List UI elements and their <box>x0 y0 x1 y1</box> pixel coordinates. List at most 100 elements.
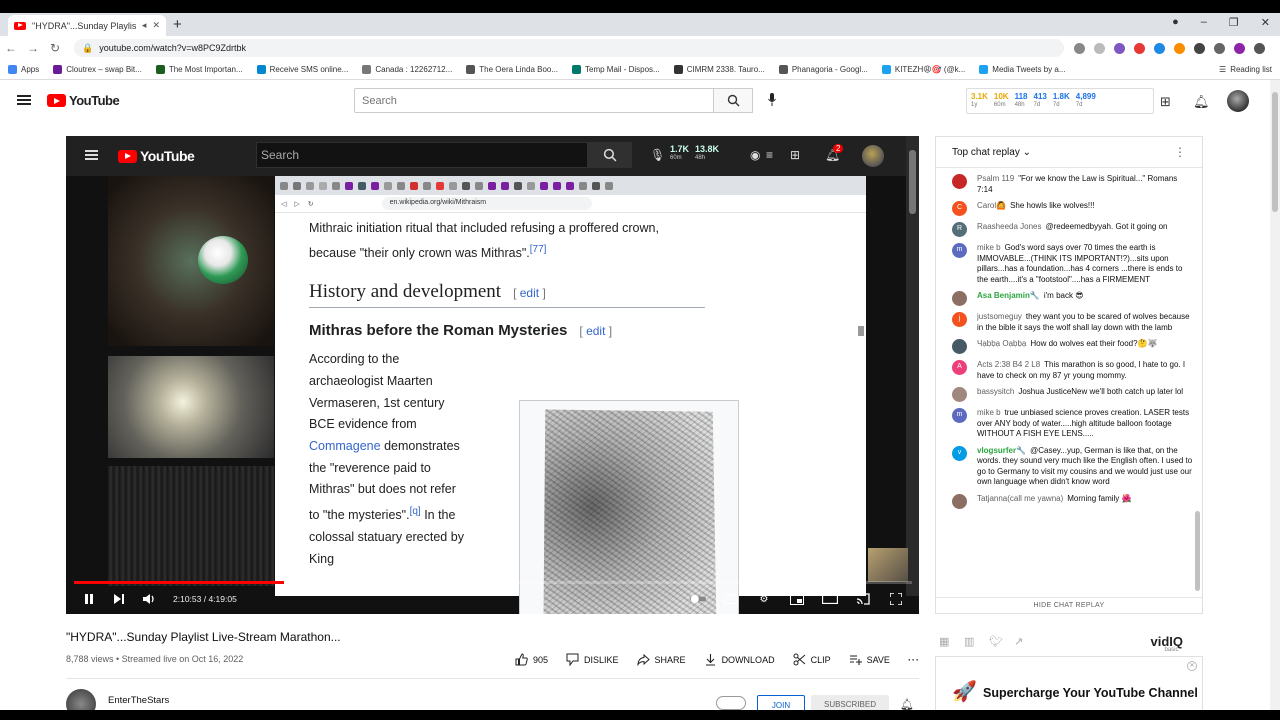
bookmark-item[interactable]: The Most Importan... <box>155 65 243 74</box>
volume-button[interactable] <box>141 591 157 607</box>
close-icon[interactable]: ✕ <box>1187 661 1197 671</box>
page-scrollbar[interactable] <box>1270 80 1280 710</box>
channel-name[interactable]: EnterTheStars <box>108 695 169 706</box>
bookmark-item[interactable]: CIMRM 2338. Tauro... <box>673 65 765 74</box>
menu-icon[interactable] <box>1254 42 1265 54</box>
chat-text: @redeemedbyyah. Got it going on <box>1045 222 1168 231</box>
account-avatar[interactable] <box>1227 90 1249 112</box>
chat-mode-dropdown[interactable]: Top chat replay ⌄ <box>952 147 1031 158</box>
restore-icon[interactable]: ❐ <box>1229 16 1239 29</box>
playlist-add-icon <box>849 655 862 665</box>
miniplayer-button[interactable] <box>789 591 805 607</box>
close-tab-icon[interactable]: ✕ <box>152 20 160 31</box>
video-player[interactable]: YouTube Search 🎙︎ 1.7K 60m 13.8K 48h ◉ ≡ ⊞ … <box>66 136 919 614</box>
chat-author[interactable]: Raasheeda Jones <box>977 222 1042 231</box>
twitter-icon[interactable]: 🐦︎ <box>989 635 1003 648</box>
guide-menu-icon[interactable] <box>17 95 31 105</box>
chat-author[interactable]: Acts 2:38 B4 2 L8 <box>977 360 1040 369</box>
reading-list-button[interactable]: ☰ Reading list <box>1219 65 1272 74</box>
chat-author[interactable]: justsomeguy <box>977 312 1022 321</box>
forward-icon[interactable]: → <box>22 41 44 55</box>
star-icon[interactable] <box>1094 42 1105 54</box>
bookmark-item[interactable]: Phanagoria - Googl... <box>778 65 868 74</box>
chat-avatar[interactable]: R <box>952 222 967 237</box>
bookmark-item[interactable]: Cloutrex – swap Bit... <box>53 65 142 74</box>
chat-avatar[interactable]: A <box>952 360 967 375</box>
chat-author[interactable]: Чạḅḅạ Oạḅḅạ <box>977 339 1026 348</box>
chat-author[interactable]: bassysitch <box>977 387 1014 396</box>
metamask-icon[interactable] <box>1174 42 1185 54</box>
clip-button[interactable]: CLIP <box>793 653 831 666</box>
bookmark-item[interactable]: Canada : 12262712... <box>362 65 452 74</box>
notifications-bell-icon[interactable]: 🔔︎ <box>1193 94 1210 110</box>
puzzle-icon[interactable] <box>1194 42 1205 54</box>
create-video-icon[interactable]: ⊞ <box>1160 94 1171 110</box>
bookmark-item[interactable]: Receive SMS online... <box>256 65 348 74</box>
extension-icon[interactable] <box>1114 42 1125 54</box>
fullscreen-button[interactable] <box>888 591 904 607</box>
bookmark-item[interactable]: Apps <box>8 65 39 74</box>
grid-icon[interactable]: ▦ <box>939 635 952 648</box>
dislike-button[interactable]: DISLIKE <box>566 653 619 666</box>
vidiq-promo-card[interactable]: ✕ 🚀 Supercharge Your YouTube Channel <box>935 656 1203 710</box>
back-icon[interactable]: ← <box>0 41 22 55</box>
chat-author[interactable]: mike b <box>977 408 1001 417</box>
extension-icon[interactable] <box>1134 42 1145 54</box>
new-tab-button[interactable]: + <box>173 16 182 33</box>
chat-avatar[interactable]: m <box>952 408 967 423</box>
bookmark-item[interactable]: KITEZH😩🎯 (@k... <box>881 65 965 74</box>
bookmark-item[interactable]: The Oera Linda Boo... <box>466 65 558 74</box>
hide-chat-button[interactable]: HIDE CHAT REPLAY <box>936 597 1202 614</box>
chat-author[interactable]: Psalm 119 <box>977 174 1014 183</box>
url-field[interactable]: 🔒 youtube.com/watch?v=w8PC9Zdrtbk <box>74 39 1064 57</box>
search-input[interactable] <box>354 88 714 113</box>
close-window-icon[interactable]: ✕ <box>1261 16 1270 29</box>
chat-more-icon[interactable]: ⋮ <box>1174 145 1186 159</box>
share-icon[interactable] <box>1074 42 1085 54</box>
cast-button[interactable] <box>855 591 871 607</box>
chat-avatar[interactable] <box>952 291 967 306</box>
vidiq-stats-widget[interactable]: 3.1K 1y 10K 60m 118 48h 413 7d 1.8K 7d 4,899 7d <box>966 88 1154 114</box>
chat-avatar[interactable] <box>952 339 967 354</box>
chat-avatar[interactable] <box>952 174 967 189</box>
audio-icon[interactable]: ◂ <box>142 20 147 31</box>
chat-author[interactable]: Carol🙆 <box>977 201 1006 210</box>
settings-gear-icon[interactable]: ⚙ <box>756 591 772 607</box>
subtitles-button[interactable]: CC <box>723 591 739 607</box>
like-button[interactable]: 905 <box>515 653 548 666</box>
extension-icon[interactable] <box>1154 42 1165 54</box>
chart-icon[interactable]: ▥ <box>964 635 977 648</box>
autoplay-toggle[interactable] <box>690 591 706 607</box>
bookmark-item[interactable]: Media Tweets by a... <box>979 65 1066 74</box>
save-button[interactable]: SAVE <box>849 653 890 666</box>
chat-avatar[interactable]: j <box>952 312 967 327</box>
media-icon[interactable] <box>1214 42 1225 54</box>
profile-icon[interactable] <box>1234 42 1245 54</box>
chat-author[interactable]: Tatjanna(call me yawna) <box>977 494 1063 503</box>
download-button[interactable]: DOWNLOAD <box>704 653 775 666</box>
microphone-icon[interactable] <box>768 93 776 106</box>
pause-button[interactable] <box>81 591 97 607</box>
chat-avatar[interactable]: C <box>952 201 967 216</box>
share-button[interactable]: SHARE <box>636 653 686 666</box>
chat-avatar[interactable] <box>952 493 967 509</box>
chat-author[interactable]: Asa Benjamin🔧 <box>977 291 1040 300</box>
youtube-logo[interactable]: YouTube <box>47 93 120 108</box>
reload-icon[interactable]: ↻ <box>44 41 66 55</box>
chat-author[interactable]: mike b <box>977 243 1001 252</box>
chat-scrollbar[interactable] <box>1194 171 1202 593</box>
browser-tab-active[interactable]: "HYDRA"...Sunday Playlist Li... ◂ ✕ <box>8 15 166 36</box>
search-button[interactable] <box>713 88 753 113</box>
more-actions-icon[interactable]: ··· <box>908 655 920 665</box>
chat-avatar[interactable]: v <box>952 445 967 461</box>
next-button[interactable] <box>111 591 127 607</box>
chat-avatar[interactable] <box>952 387 967 402</box>
chat-avatar[interactable]: m <box>952 243 967 258</box>
tab-search-icon[interactable]: ● <box>1172 16 1179 29</box>
chat-author[interactable]: vlogsurfer🔧 <box>977 446 1026 455</box>
bookmark-item[interactable]: Temp Mail - Dispos... <box>572 65 660 74</box>
vidiq-channel-badge[interactable] <box>716 696 746 710</box>
theater-mode-button[interactable] <box>822 591 838 607</box>
trend-icon[interactable]: ↗ <box>1014 635 1027 648</box>
minimize-icon[interactable]: – <box>1201 16 1207 29</box>
